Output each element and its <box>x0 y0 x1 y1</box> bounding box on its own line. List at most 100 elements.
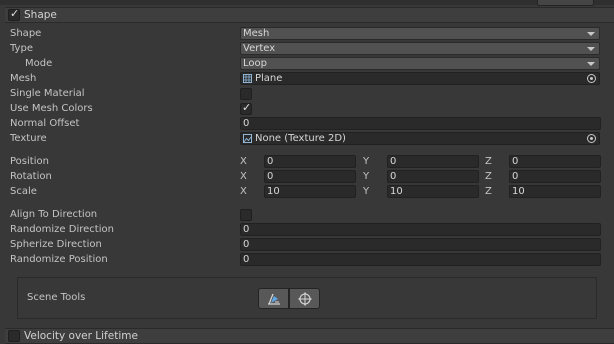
randomize-position-field[interactable]: 0 <box>240 253 601 266</box>
use-mesh-colors-checkbox[interactable]: ✓ <box>240 101 252 115</box>
scale-x-field[interactable]: 10 <box>264 185 356 198</box>
mesh-value: Plane <box>255 73 283 84</box>
randomize-direction-value: 0 <box>243 224 250 235</box>
randomize-direction-row: Randomize Direction 0 <box>0 222 614 237</box>
spherize-direction-field[interactable]: 0 <box>240 238 601 251</box>
edit-shape-icon <box>268 293 280 305</box>
chevron-down-icon <box>587 47 595 51</box>
axis-x-label: X <box>240 156 247 167</box>
randomize-direction-field[interactable]: 0 <box>240 223 601 236</box>
rotation-y-field[interactable]: 0 <box>387 170 479 183</box>
single-material-label: Single Material <box>10 88 85 99</box>
edit-shape-button[interactable] <box>258 288 289 309</box>
axis-z-label: Z <box>485 186 492 197</box>
spherize-direction-value: 0 <box>243 239 250 250</box>
rotation-x-value: 0 <box>267 171 274 182</box>
normal-offset-label: Normal Offset <box>10 118 80 129</box>
check-icon: ✓ <box>242 101 252 114</box>
scale-y-field[interactable]: 10 <box>387 185 479 198</box>
mode-row: Mode Loop <box>0 56 614 71</box>
spherize-direction-row: Spherize Direction 0 <box>0 237 614 252</box>
align-to-direction-row: Align To Direction <box>0 207 614 222</box>
position-x-field[interactable]: 0 <box>264 155 356 168</box>
axis-y-label: Y <box>363 171 370 182</box>
check-icon: ✓ <box>10 7 20 20</box>
mode-label: Mode <box>25 58 53 69</box>
use-mesh-colors-row: Use Mesh Colors ✓ <box>0 101 614 116</box>
position-y-field[interactable]: 0 <box>387 155 479 168</box>
rotation-row: Rotation X 0 Y 0 Z 0 <box>0 169 614 184</box>
scale-x-value: 10 <box>267 186 280 197</box>
shape-module-title: Shape <box>24 9 57 21</box>
single-material-checkbox[interactable] <box>240 88 252 100</box>
scale-label: Scale <box>10 186 37 197</box>
mesh-row: Mesh Plane <box>0 71 614 86</box>
scale-row: Scale X 10 Y 10 Z 10 <box>0 184 614 199</box>
texture-label: Texture <box>10 133 47 144</box>
position-y-value: 0 <box>390 156 397 167</box>
axis-y-label: Y <box>363 156 370 167</box>
texture-icon <box>243 134 252 143</box>
position-row: Position X 0 Y 0 Z 0 <box>0 154 614 169</box>
object-picker-icon[interactable] <box>587 134 596 143</box>
mesh-object-field[interactable]: Plane <box>240 72 600 85</box>
transform-gizmo-button[interactable] <box>289 288 320 309</box>
texture-object-field[interactable]: None (Texture 2D) <box>240 132 600 145</box>
rotation-z-value: 0 <box>512 171 519 182</box>
align-to-direction-label: Align To Direction <box>10 209 98 220</box>
scene-tools-label: Scene Tools <box>27 292 86 303</box>
chevron-down-icon <box>587 62 595 66</box>
scale-z-value: 10 <box>512 186 525 197</box>
use-mesh-colors-label: Use Mesh Colors <box>10 103 93 114</box>
transform-gizmo-icon <box>298 292 312 306</box>
axis-z-label: Z <box>485 171 492 182</box>
axis-x-label: X <box>240 186 247 197</box>
shape-module-enable-checkbox[interactable]: ✓ <box>8 7 20 21</box>
normal-offset-value: 0 <box>243 118 250 129</box>
randomize-direction-label: Randomize Direction <box>10 224 114 235</box>
mode-value: Loop <box>243 58 267 69</box>
randomize-position-row: Randomize Position 0 <box>0 252 614 267</box>
texture-row: Texture None (Texture 2D) <box>0 131 614 146</box>
axis-x-label: X <box>240 171 247 182</box>
position-label: Position <box>10 156 49 167</box>
randomize-position-label: Randomize Position <box>10 254 108 265</box>
normal-offset-row: Normal Offset 0 <box>0 116 614 131</box>
align-to-direction-checkbox[interactable] <box>240 209 252 221</box>
top-toolbar-strip <box>0 0 614 6</box>
type-row: Type Vertex <box>0 41 614 56</box>
type-label: Type <box>10 43 33 54</box>
normal-offset-field[interactable]: 0 <box>240 117 601 130</box>
type-dropdown[interactable]: Vertex <box>240 42 600 55</box>
shape-row: Shape Mesh <box>0 26 614 41</box>
scene-tools-box: Scene Tools <box>17 277 597 319</box>
scale-y-value: 10 <box>390 186 403 197</box>
rotation-label: Rotation <box>10 171 52 182</box>
type-value: Vertex <box>243 43 276 54</box>
spherize-direction-label: Spherize Direction <box>10 239 102 250</box>
axis-z-label: Z <box>485 156 492 167</box>
rotation-z-field[interactable]: 0 <box>509 170 601 183</box>
mesh-icon <box>243 74 252 83</box>
randomize-position-value: 0 <box>243 254 250 265</box>
position-z-field[interactable]: 0 <box>509 155 601 168</box>
velocity-module-enable-checkbox[interactable] <box>8 330 20 342</box>
velocity-module-title: Velocity over Lifetime <box>24 330 138 342</box>
mesh-label: Mesh <box>10 73 37 84</box>
axis-y-label: Y <box>363 186 370 197</box>
single-material-row: Single Material <box>0 86 614 101</box>
shape-value: Mesh <box>243 28 270 39</box>
toolbar-button[interactable] <box>537 0 594 6</box>
rotation-y-value: 0 <box>390 171 397 182</box>
shape-dropdown[interactable]: Mesh <box>240 27 600 40</box>
shape-label: Shape <box>10 28 42 39</box>
texture-value: None (Texture 2D) <box>255 133 346 144</box>
chevron-down-icon <box>587 32 595 36</box>
shape-module-header[interactable]: ✓ Shape <box>5 7 614 23</box>
rotation-x-field[interactable]: 0 <box>264 170 356 183</box>
position-z-value: 0 <box>512 156 519 167</box>
scale-z-field[interactable]: 10 <box>509 185 601 198</box>
position-x-value: 0 <box>267 156 274 167</box>
object-picker-icon[interactable] <box>587 74 596 83</box>
mode-dropdown[interactable]: Loop <box>240 57 600 70</box>
